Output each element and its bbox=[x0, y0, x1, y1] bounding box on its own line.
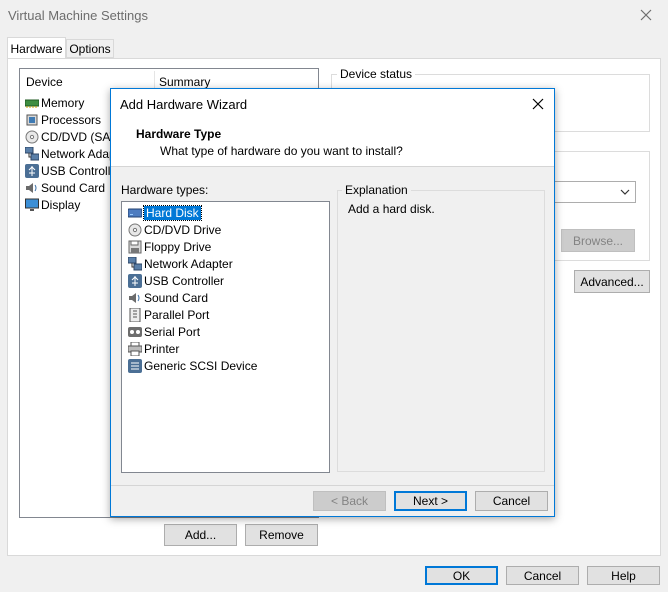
back-button[interactable]: < Back bbox=[313, 491, 386, 511]
tab-options-label: Options bbox=[69, 41, 111, 56]
wizard-footer-divider bbox=[111, 485, 554, 486]
hardware-type-label: Network Adapter bbox=[144, 256, 233, 271]
floppy-icon bbox=[128, 240, 142, 254]
hardware-type-label: CD/DVD Drive bbox=[144, 222, 222, 237]
serial-port-icon bbox=[128, 325, 142, 339]
hardware-type-item[interactable]: Parallel Port bbox=[128, 306, 209, 323]
hardware-type-item[interactable]: Generic SCSI Device bbox=[128, 357, 257, 374]
usb-icon bbox=[25, 163, 39, 178]
device-status-label: Device status bbox=[337, 67, 416, 81]
help-button[interactable]: Help bbox=[587, 566, 660, 585]
device-row[interactable]: Memory bbox=[25, 94, 84, 111]
hardware-types-label: Hardware types: bbox=[121, 183, 209, 197]
hardware-type-item[interactable]: USB Controller bbox=[128, 272, 224, 289]
hardware-type-label: Floppy Drive bbox=[144, 239, 212, 254]
cd-dvd-icon bbox=[25, 130, 39, 144]
next-button[interactable]: Next > bbox=[394, 491, 467, 511]
device-row[interactable]: Display bbox=[25, 196, 80, 213]
device-row-label: Sound Card bbox=[41, 180, 106, 195]
close-icon[interactable] bbox=[636, 6, 656, 24]
hardware-type-item[interactable]: Serial Port bbox=[128, 323, 200, 340]
explanation-text: Add a hard disk. bbox=[348, 202, 435, 216]
cd-dvd-icon bbox=[128, 223, 142, 237]
explanation-group bbox=[337, 190, 545, 472]
hard-disk-icon bbox=[128, 206, 142, 220]
sound-card-icon bbox=[128, 291, 142, 305]
device-row-label: Memory bbox=[41, 95, 85, 110]
hardware-type-item[interactable]: Hard Disk bbox=[128, 204, 202, 221]
cancel-button[interactable]: Cancel bbox=[506, 566, 579, 585]
remove-hardware-button[interactable]: Remove bbox=[245, 524, 318, 546]
tab-options[interactable]: Options bbox=[66, 39, 114, 58]
display-icon bbox=[25, 198, 39, 212]
wizard-cancel-button[interactable]: Cancel bbox=[475, 491, 548, 511]
close-icon[interactable] bbox=[529, 95, 547, 113]
hardware-type-label: USB Controller bbox=[144, 273, 225, 288]
device-row[interactable]: Processors bbox=[25, 111, 101, 128]
device-row[interactable]: Network Adap bbox=[25, 145, 116, 162]
advanced-button[interactable]: Advanced... bbox=[574, 270, 650, 293]
wizard-title: Add Hardware Wizard bbox=[120, 97, 248, 112]
chevron-down-icon bbox=[619, 186, 631, 198]
device-row-label: Processors bbox=[41, 112, 102, 127]
hardware-type-label: Serial Port bbox=[144, 324, 201, 339]
hardware-type-label: Printer bbox=[144, 341, 180, 356]
browse-button[interactable]: Browse... bbox=[561, 229, 635, 252]
tab-hardware-label: Hardware bbox=[10, 41, 63, 56]
processor-icon bbox=[25, 113, 39, 127]
network-adapter-icon bbox=[25, 146, 39, 161]
device-row-label: Display bbox=[41, 197, 81, 212]
summary-column-header[interactable]: Summary bbox=[159, 75, 210, 89]
device-row[interactable]: Sound Card bbox=[25, 179, 105, 196]
hardware-type-label: Generic SCSI Device bbox=[144, 358, 258, 373]
scsi-icon bbox=[128, 358, 142, 373]
wizard-subheading: What type of hardware do you want to ins… bbox=[160, 144, 403, 158]
parallel-port-icon bbox=[128, 307, 142, 322]
window-title: Virtual Machine Settings bbox=[8, 8, 148, 23]
network-adapter-icon bbox=[128, 256, 142, 271]
hardware-type-item[interactable]: Network Adapter bbox=[128, 255, 233, 272]
wizard-header: Hardware Type What type of hardware do y… bbox=[111, 119, 554, 167]
hardware-type-label: Hard Disk bbox=[143, 204, 202, 221]
device-row[interactable]: USB Controller bbox=[25, 162, 121, 179]
hardware-type-label: Parallel Port bbox=[144, 307, 210, 322]
explanation-label: Explanation bbox=[342, 183, 411, 197]
hardware-type-item[interactable]: Floppy Drive bbox=[128, 238, 211, 255]
wizard-heading: Hardware Type bbox=[136, 127, 222, 141]
ok-button[interactable]: OK bbox=[425, 566, 498, 585]
memory-icon bbox=[25, 96, 39, 110]
printer-icon bbox=[128, 341, 142, 356]
add-hardware-button[interactable]: Add... bbox=[164, 524, 237, 546]
hardware-type-list[interactable]: Hard Disk CD/DVD Drive Floppy Drive Netw… bbox=[121, 201, 330, 473]
add-hardware-wizard: Add Hardware Wizard Hardware Type What t… bbox=[110, 88, 555, 517]
hardware-type-item[interactable]: Sound Card bbox=[128, 289, 208, 306]
device-column-header[interactable]: Device bbox=[26, 75, 63, 89]
hardware-type-label: Sound Card bbox=[144, 290, 209, 305]
hardware-type-item[interactable]: Printer bbox=[128, 340, 179, 357]
tab-hardware[interactable]: Hardware bbox=[7, 37, 66, 59]
hardware-type-item[interactable]: CD/DVD Drive bbox=[128, 221, 221, 238]
wizard-title-bar: Add Hardware Wizard bbox=[111, 89, 554, 119]
usb-icon bbox=[128, 273, 142, 288]
sound-card-icon bbox=[25, 181, 39, 195]
device-row-label: Network Adap bbox=[41, 146, 116, 161]
